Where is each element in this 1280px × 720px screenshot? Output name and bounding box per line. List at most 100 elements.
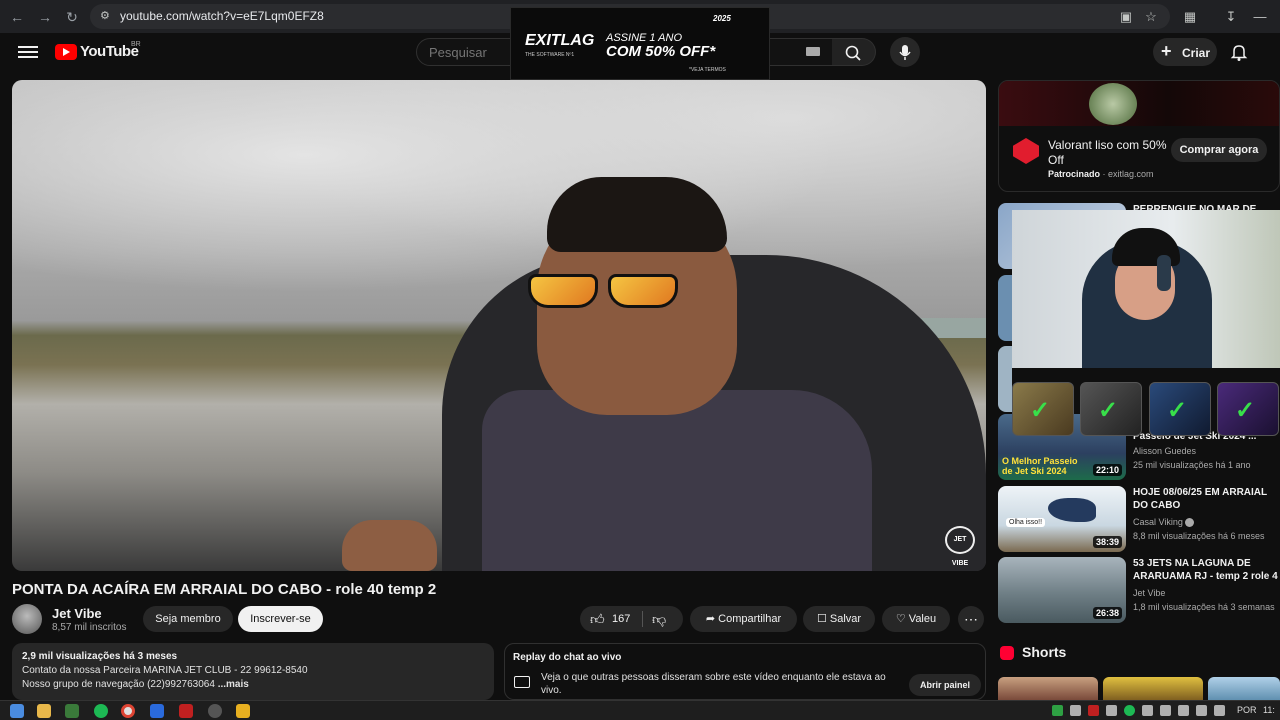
- notifications-bell-icon[interactable]: [1229, 42, 1249, 62]
- voice-search-button[interactable]: [890, 37, 920, 67]
- obs-icon[interactable]: [208, 704, 222, 718]
- volume-icon[interactable]: [1196, 705, 1207, 716]
- extensions-icon[interactable]: ▦: [1180, 7, 1200, 27]
- channel-name[interactable]: Jet Vibe: [52, 606, 102, 621]
- thanks-button[interactable]: ♡ Valeu: [882, 606, 950, 632]
- recommendation-title[interactable]: 53 JETS NA LAGUNA DE ARARUAMA RJ - temp …: [1133, 557, 1280, 583]
- file-explorer-icon[interactable]: [37, 704, 51, 718]
- tray-icon[interactable]: [1106, 705, 1117, 716]
- check-tile: ✓: [1149, 382, 1211, 436]
- video-duration: 22:10: [1092, 464, 1122, 476]
- like-count[interactable]: 167: [612, 606, 630, 632]
- short-thumbnail[interactable]: [1103, 677, 1203, 700]
- more-actions-button[interactable]: ⋯: [958, 606, 984, 632]
- recommendation-title[interactable]: HOJE 08/06/25 EM ARRAIAL DO CABO: [1133, 486, 1280, 512]
- search-icon: [845, 45, 861, 61]
- menu-icon[interactable]: [18, 43, 38, 63]
- video-hand: [342, 520, 437, 571]
- clock-time[interactable]: 11:: [1263, 705, 1275, 715]
- download-icon[interactable]: ↧: [1221, 7, 1241, 27]
- site-info-icon[interactable]: ⚙: [100, 9, 110, 22]
- shorts-header[interactable]: Shorts: [1022, 644, 1066, 660]
- sponsor-domain: exitlag.com: [1108, 169, 1154, 179]
- short-thumbnail[interactable]: [1208, 677, 1280, 700]
- like-icon[interactable]: 👍︎: [590, 606, 605, 632]
- app-icon[interactable]: [179, 704, 193, 718]
- tray-icon[interactable]: [1178, 705, 1189, 716]
- show-more-link[interactable]: ...mais: [218, 679, 249, 690]
- chrome-icon[interactable]: [121, 704, 135, 718]
- save-icon: ☐: [816, 613, 830, 625]
- buy-now-button[interactable]: Comprar agora: [1171, 138, 1267, 162]
- forward-icon[interactable]: →: [35, 7, 55, 27]
- tray-icon[interactable]: [1070, 705, 1081, 716]
- short-thumbnail[interactable]: [998, 677, 1098, 700]
- recommendation-channel[interactable]: Jet Vibe: [1133, 588, 1165, 598]
- bookmark-star-icon[interactable]: ☆: [1141, 7, 1161, 27]
- description-box[interactable]: 2,9 mil visualizações há 3 meses Contato…: [12, 643, 494, 700]
- subscribe-button[interactable]: Inscrever-se: [238, 606, 323, 632]
- view-stats: 2,9 mil visualizações há 3 meses: [22, 651, 178, 662]
- tray-icon[interactable]: [1124, 705, 1135, 716]
- recommendation-thumbnail-partial[interactable]: [998, 346, 1012, 412]
- recommendation-meta: 8,8 mil visualizações há 6 meses: [1133, 531, 1265, 541]
- webcam-headset: [1157, 255, 1171, 291]
- sidebar-ad[interactable]: Valorant liso com 50% Off Patrocinado · …: [998, 80, 1280, 192]
- reload-icon[interactable]: ↻: [62, 7, 82, 27]
- video-person-hair: [547, 177, 727, 252]
- recommendation-channel[interactable]: Alisson Guedes: [1133, 446, 1196, 456]
- youtube-logo-icon[interactable]: [55, 44, 77, 60]
- tray-icon[interactable]: [1088, 705, 1099, 716]
- search-button[interactable]: [832, 38, 876, 66]
- channel-watermark[interactable]: JET VIBE: [945, 526, 975, 567]
- app-icon[interactable]: [65, 704, 79, 718]
- recommendation-thumbnail-partial[interactable]: [998, 275, 1012, 341]
- keyboard-icon[interactable]: [806, 47, 820, 56]
- plus-icon: +: [1161, 41, 1172, 61]
- like-dislike-group: 👍︎ 167 👎︎: [580, 606, 683, 632]
- recommendation-item[interactable]: Olha isso!! 38:39 HOJE 08/06/25 EM ARRAI…: [998, 486, 1280, 554]
- video-title: PONTA DA ACAÍRA EM ARRAIAL DO CABO - rol…: [12, 581, 437, 598]
- url-text: youtube.com/watch?v=eE7Lqm0EFZ8: [120, 9, 324, 23]
- youtube-wordmark[interactable]: YouTube: [80, 43, 139, 60]
- thumbnail-text: O Melhor Passeio de Jet Ski 2024: [1002, 456, 1078, 476]
- spotify-icon[interactable]: [94, 704, 108, 718]
- recommendation-channel[interactable]: Casal Viking: [1133, 517, 1195, 528]
- recommendation-meta: 25 mil visualizações há 1 ano: [1133, 460, 1251, 470]
- create-label: Criar: [1182, 46, 1211, 60]
- recommendation-thumbnail[interactable]: 26:38: [998, 557, 1126, 623]
- input-language[interactable]: POR: [1237, 705, 1257, 715]
- share-button[interactable]: ➦ Compartilhar: [690, 606, 797, 632]
- video-person-vest: [482, 390, 872, 571]
- exitlag-ad-banner[interactable]: 2025 EXITLAG THE SOFTWARE Nº1 ASSINE 1 A…: [510, 7, 770, 80]
- tray-icon[interactable]: [1142, 705, 1153, 716]
- open-chat-panel-button[interactable]: Abrir painel: [909, 674, 981, 696]
- video-duration: 26:38: [1092, 607, 1122, 619]
- recommendation-item[interactable]: 26:38 53 JETS NA LAGUNA DE ARARUAMA RJ -…: [998, 557, 1280, 625]
- channel-subscriber-count: 8,57 mil inscritos: [52, 622, 127, 633]
- create-button[interactable]: + Criar: [1153, 38, 1217, 66]
- ad-title: Valorant liso com 50% Off: [1048, 138, 1167, 167]
- microphone-tray-icon[interactable]: [1160, 705, 1171, 716]
- check-tile: ✓: [1012, 382, 1074, 436]
- taskbar: POR 11:: [0, 700, 1280, 720]
- join-membership-button[interactable]: Seja membro: [143, 606, 233, 632]
- app-icon[interactable]: [236, 704, 250, 718]
- checkmark-icon: ✓: [1098, 397, 1119, 424]
- cast-icon[interactable]: ▣: [1116, 7, 1136, 27]
- recommendation-thumbnail[interactable]: Olha isso!! 38:39: [998, 486, 1126, 552]
- dislike-icon[interactable]: 👎︎: [652, 606, 666, 632]
- video-player[interactable]: JET VIBE: [12, 80, 986, 571]
- windows-start-icon[interactable]: [10, 704, 24, 718]
- save-button[interactable]: ☐ Salvar: [803, 606, 875, 632]
- network-icon[interactable]: [1214, 705, 1225, 716]
- channel-avatar[interactable]: [12, 604, 42, 634]
- channel-label: Casal Viking: [1133, 517, 1183, 527]
- save-label: Salvar: [829, 613, 862, 625]
- back-icon[interactable]: ←: [7, 7, 27, 27]
- minimize-icon[interactable]: —: [1250, 7, 1270, 27]
- tray-icon[interactable]: [1052, 705, 1063, 716]
- exitlag-year-badge: 2025: [713, 14, 731, 23]
- app-icon[interactable]: [150, 704, 164, 718]
- video-person-sunglasses: [520, 270, 716, 312]
